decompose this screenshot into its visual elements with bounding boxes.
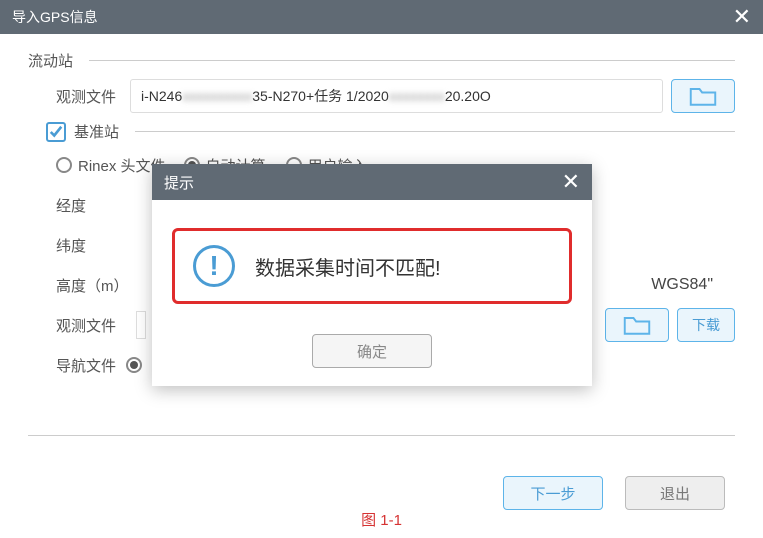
alert-message: 数据采集时间不匹配! [255, 252, 441, 281]
window-title: 导入GPS信息 [12, 7, 98, 27]
lon-label: 经度 [56, 195, 130, 216]
divider [135, 131, 735, 132]
rinex-radio[interactable] [56, 157, 72, 173]
window-close-icon[interactable]: ✕ [733, 6, 751, 28]
download-button[interactable]: 下载 [677, 308, 735, 342]
check-icon [49, 125, 63, 139]
divider [28, 435, 735, 436]
window-titlebar: 导入GPS信息 ✕ [0, 0, 763, 34]
exit-button[interactable]: 退出 [625, 476, 725, 510]
alt-label: 高度（m） [56, 275, 146, 296]
warning-icon: ! [193, 245, 235, 287]
next-button[interactable]: 下一步 [503, 476, 603, 510]
base-obs-label: 观测文件 [56, 315, 130, 336]
nav-radio[interactable] [126, 357, 142, 373]
base-checkbox[interactable] [46, 122, 66, 142]
alert-dialog: 提示 ✕ ! 数据采集时间不匹配! 确定 [152, 164, 592, 386]
rover-obs-input[interactable]: i-N246xxxxxxxxxx35-N270+任务 1/2020xxxxxxx… [130, 79, 663, 113]
divider [89, 60, 735, 61]
folder-icon [689, 85, 717, 107]
base-obs-browse-button[interactable] [605, 308, 669, 342]
dialog-ok-button[interactable]: 确定 [312, 334, 432, 368]
nav-label: 导航文件 [56, 355, 130, 376]
base-section-label: 基准站 [74, 121, 119, 142]
dialog-titlebar: 提示 ✕ [152, 164, 592, 200]
rover-section-label: 流动站 [28, 50, 73, 71]
folder-icon [623, 314, 651, 336]
rover-obs-label: 观测文件 [56, 86, 130, 107]
rover-obs-browse-button[interactable] [671, 79, 735, 113]
base-obs-input[interactable] [136, 311, 146, 339]
figure-caption: 图 1-1 [361, 509, 402, 530]
alert-box: ! 数据采集时间不匹配! [172, 228, 572, 304]
lat-label: 纬度 [56, 235, 130, 256]
dialog-title: 提示 [164, 172, 194, 193]
dialog-close-icon[interactable]: ✕ [562, 171, 580, 193]
